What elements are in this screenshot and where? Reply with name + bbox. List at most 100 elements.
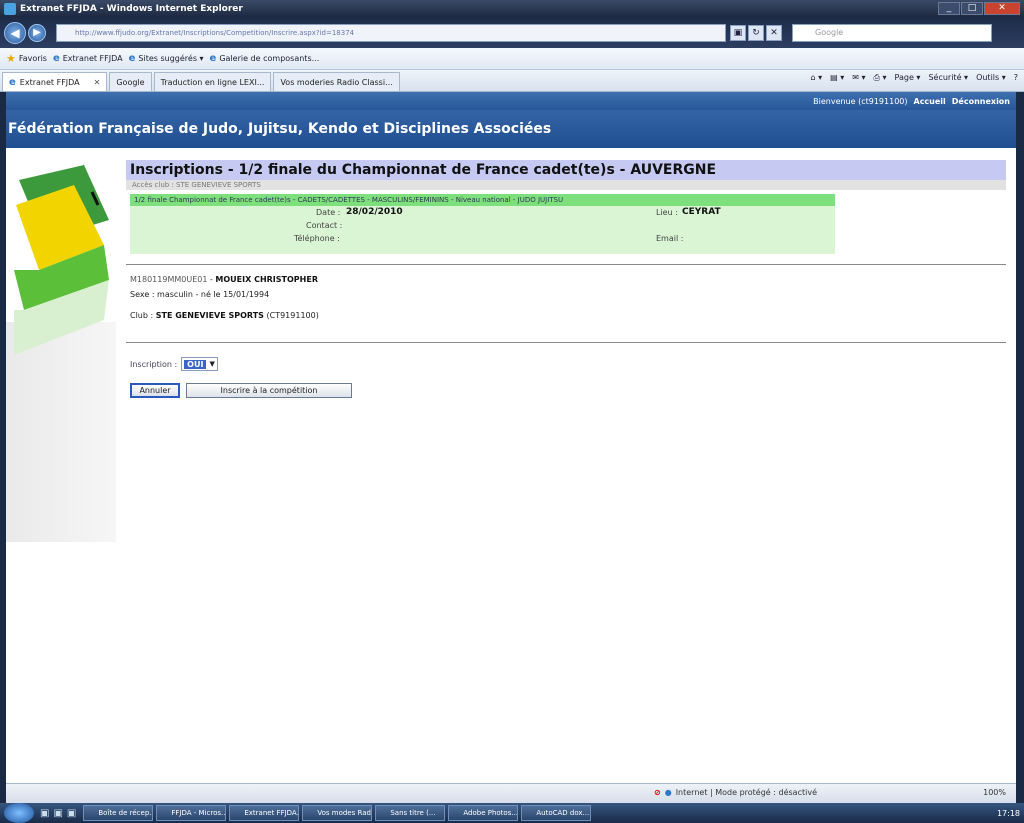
licensee-line: M180119MM0UE01 - MOUEIX CHRISTOPHER [130, 275, 1006, 284]
favorite-item[interactable]: e Galerie de composants... [210, 53, 320, 64]
compat-view-icon[interactable]: ▣ [730, 25, 746, 41]
taskbar-item[interactable]: FFJDA - Micros... [156, 805, 227, 821]
security-menu[interactable]: Sécurité ▾ [928, 73, 968, 83]
tab-google[interactable]: Google [109, 72, 152, 91]
window-titlebar: Extranet FFJDA - Windows Internet Explor… [0, 0, 1024, 18]
telephone-label: Téléphone : [294, 234, 340, 243]
mail-icon[interactable]: ✉ ▾ [852, 73, 865, 83]
tab-bar: e Extranet FFJDA ✕ Google Traduction en … [0, 70, 1024, 92]
feeds-icon[interactable]: ▤ ▾ [830, 73, 844, 83]
taskbar-item[interactable]: AutoCAD dox... [521, 805, 592, 821]
cancel-button[interactable]: Annuler [130, 383, 180, 398]
taskbar-item[interactable]: Vos modes Radio... [302, 805, 373, 821]
chevron-down-icon: ▼ [209, 360, 215, 368]
back-button[interactable]: ◀ [4, 22, 26, 44]
favorite-label: Galerie de composants... [219, 54, 320, 63]
close-button[interactable]: ✕ [984, 2, 1020, 15]
favorites-button[interactable]: ★ Favoris [6, 52, 47, 65]
favorites-bar: ★ Favoris e Extranet FFJDA e Sites suggé… [0, 48, 1024, 70]
register-button[interactable]: Inscrire à la compétition [186, 383, 352, 398]
print-icon[interactable]: ⎙ ▾ [874, 73, 887, 83]
address-input[interactable]: http://www.ffjudo.org/Extranet/Inscripti… [56, 24, 726, 42]
favorite-label: Extranet FFJDA [62, 54, 123, 63]
action-buttons: Annuler Inscrire à la compétition [130, 383, 1006, 398]
tab-radio[interactable]: Vos moderies Radio Classi... [273, 72, 400, 91]
tab-traduction[interactable]: Traduction en ligne LEXI... [153, 72, 272, 91]
date-label: Date : [316, 208, 341, 217]
license-id: M180119MM0UE01 [130, 275, 208, 284]
stop-icon[interactable]: ✕ [766, 25, 782, 41]
inscription-value: OUI [184, 359, 207, 369]
system-clock: 17:18 [996, 808, 1020, 818]
tab-label: Google [116, 77, 145, 87]
taskbar-item[interactable]: Adobe Photos... [448, 805, 519, 821]
email-label: Email : [656, 234, 684, 243]
tab-label: Traduction en ligne LEXI... [160, 77, 265, 87]
site-banner: Fédération Française de Judo, Jujitsu, K… [6, 110, 1016, 148]
home-link[interactable]: Accueil [914, 97, 946, 106]
page-menu[interactable]: Page ▾ [895, 73, 921, 83]
start-button[interactable] [4, 803, 34, 823]
club-access-subtitle: Accès club : STE GENEVIEVE SPORTS [126, 180, 1006, 190]
tab-label: Extranet FFJDA [19, 77, 80, 87]
windows-taskbar: ▣▣▣ Boîte de récep... FFJDA - Micros... … [0, 803, 1024, 823]
star-icon: ★ [6, 52, 16, 65]
maximize-button[interactable]: □ [961, 2, 983, 15]
command-bar: ⌂ ▾ ▤ ▾ ✉ ▾ ⎙ ▾ Page ▾ Sécurité ▾ Outils… [811, 73, 1018, 83]
search-input[interactable]: Google [792, 24, 992, 42]
competition-details: Date : 28/02/2010 Lieu : CEYRAT Contact … [130, 206, 835, 254]
quick-launch-icons[interactable]: ▣▣▣ [40, 808, 80, 819]
licensee-name: MOUEIX CHRISTOPHER [215, 275, 318, 284]
date-value: 28/02/2010 [346, 207, 403, 217]
competition-info: 1/2 finale Championnat de France cadet(t… [130, 194, 835, 254]
competition-header: 1/2 finale Championnat de France cadet(t… [130, 194, 835, 206]
club-line: Club : STE GENEVIEVE SPORTS (CT9191100) [130, 311, 1006, 320]
lieu-value: CEYRAT [682, 207, 721, 217]
inscription-row: Inscription : OUI ▼ [130, 357, 1006, 371]
favorite-item[interactable]: e Sites suggérés ▾ [129, 53, 204, 64]
tab-extranet[interactable]: e Extranet FFJDA ✕ [2, 72, 108, 91]
globe-icon: ● [664, 788, 672, 797]
taskbar-item[interactable]: Extranet FFJDA... [229, 805, 300, 821]
site-topstrip: Bienvenue (ct9191100) Accueil Déconnexio… [6, 92, 1016, 110]
inscription-select[interactable]: OUI ▼ [181, 357, 218, 371]
divider [126, 342, 1006, 343]
taskbar-item[interactable]: Sans titre (... [375, 805, 446, 821]
help-icon[interactable]: ? [1014, 73, 1018, 83]
contact-label: Contact : [306, 221, 343, 230]
lieu-label: Lieu : [656, 208, 678, 217]
ie-page-icon: e [9, 76, 16, 88]
address-controls: ▣ ↻ ✕ [730, 25, 782, 41]
ie-page-icon: e [128, 53, 136, 64]
page-title: Inscriptions - 1/2 finale du Championnat… [126, 160, 1006, 180]
tab-label: Vos moderies Radio Classi... [280, 77, 393, 87]
status-bar: ⊘ ● Internet | Mode protégé : désactivé … [6, 783, 1016, 803]
favorites-label: Favoris [18, 54, 47, 63]
divider [126, 264, 1006, 265]
tools-menu[interactable]: Outils ▾ [976, 73, 1006, 83]
ffjda-logo-graphic [14, 165, 109, 355]
welcome-text: Bienvenue (ct9191100) [813, 96, 908, 106]
close-tab-icon[interactable]: ✕ [94, 78, 101, 87]
warning-icon: ⊘ [654, 788, 661, 797]
favorite-item[interactable]: e Extranet FFJDA [53, 53, 123, 64]
ie-icon [4, 3, 16, 15]
forward-button[interactable]: ▶ [28, 24, 46, 42]
taskbar-item[interactable]: Boîte de récep... [83, 805, 154, 821]
refresh-icon[interactable]: ↻ [748, 25, 764, 41]
security-zone[interactable]: ⊘ ● Internet | Mode protégé : désactivé [654, 788, 817, 797]
window-controls: _ □ ✕ [938, 2, 1020, 15]
home-icon[interactable]: ⌂ ▾ [811, 73, 823, 83]
address-toolbar: ◀ ▶ http://www.ffjudo.org/Extranet/Inscr… [0, 18, 1024, 48]
inscription-label: Inscription : [130, 359, 178, 369]
logout-link[interactable]: Déconnexion [952, 97, 1010, 106]
favorite-label: Sites suggérés ▾ [138, 54, 204, 63]
zoom-level[interactable]: 100% [983, 788, 1006, 797]
zone-text: Internet | Mode protégé : désactivé [675, 788, 817, 797]
ie-page-icon: e [52, 53, 60, 64]
club-name: STE GENEVIEVE SPORTS [155, 311, 264, 320]
window-title: Extranet FFJDA - Windows Internet Explor… [20, 4, 243, 14]
minimize-button[interactable]: _ [938, 2, 960, 15]
club-code: (CT9191100) [266, 311, 319, 320]
ie-page-icon: e [209, 53, 217, 64]
